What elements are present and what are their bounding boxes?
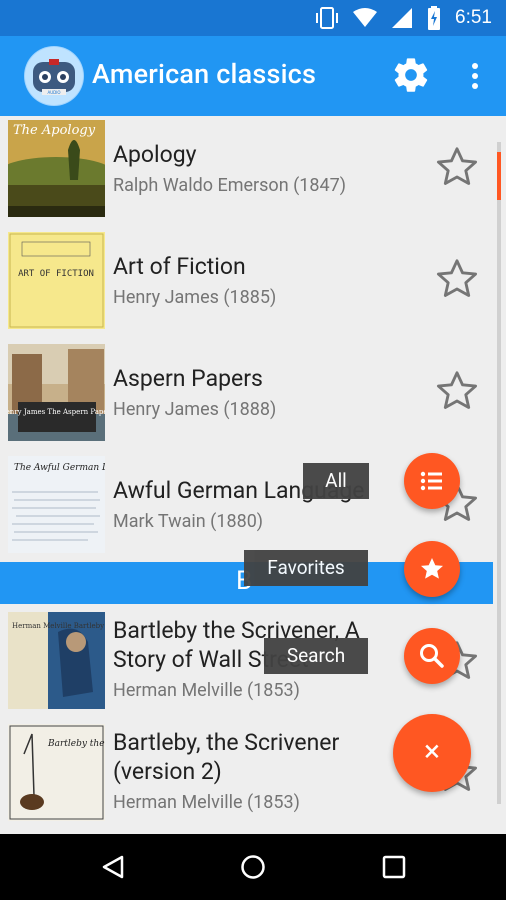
- close-icon: ×: [423, 734, 440, 769]
- book-title: Bartleby, the Scrivener (version 2): [113, 729, 340, 785]
- list-item[interactable]: Henry James The Aspern Papers Aspern Pap…: [0, 340, 496, 452]
- favorites-fab[interactable]: [404, 541, 460, 597]
- vibrate-icon: [316, 7, 339, 29]
- clock: 6:51: [455, 7, 492, 28]
- book-cover: Henry James The Aspern Papers: [8, 344, 105, 441]
- book-author: Mark Twain (1880): [113, 511, 264, 532]
- favorite-star-icon[interactable]: [434, 368, 480, 414]
- app-bar: AUDIO American classics: [0, 36, 506, 116]
- favorite-star-icon[interactable]: [434, 144, 480, 190]
- svg-text:The Awful German Language: The Awful German Language: [14, 463, 105, 473]
- settings-button[interactable]: [391, 55, 431, 95]
- close-menu-fab[interactable]: ×: [393, 714, 471, 792]
- book-cover: ART OF FICTION: [8, 232, 105, 329]
- list-icon: [420, 471, 442, 491]
- scrollbar-track[interactable]: [497, 142, 501, 804]
- app-logo[interactable]: AUDIO: [24, 46, 84, 106]
- search-label[interactable]: Search: [264, 638, 368, 674]
- all-books-fab[interactable]: [404, 453, 460, 509]
- battery-charging-icon: [428, 6, 441, 30]
- favorites-label[interactable]: Favorites: [244, 550, 368, 586]
- svg-text:Bartleby the Scrivener a Tale: Bartleby the Scrivener a Tale of Wall St…: [47, 739, 105, 749]
- status-bar: 6:51: [0, 0, 506, 36]
- recents-icon[interactable]: [382, 855, 406, 879]
- book-title: Apology: [113, 141, 197, 168]
- all-label[interactable]: All: [303, 463, 369, 499]
- page-title: American classics: [92, 58, 317, 90]
- book-cover: Bartleby the Scrivener a Tale of Wall St…: [8, 724, 105, 821]
- book-title: Art of Fiction: [113, 253, 246, 280]
- svg-text:AUDIO: AUDIO: [47, 90, 60, 95]
- search-icon: [420, 644, 444, 668]
- book-cover: The Apology: [8, 120, 105, 217]
- book-author: Henry James (1888): [113, 399, 277, 420]
- signal-icon: [392, 8, 413, 28]
- gear-icon: [394, 58, 428, 92]
- more-vertical-icon: [472, 63, 478, 89]
- svg-text:ART OF FICTION: ART OF FICTION: [18, 269, 94, 279]
- svg-text:Henry James The Aspern Papers: Henry James The Aspern Papers: [8, 408, 105, 416]
- book-title: Aspern Papers: [113, 365, 263, 392]
- wifi-icon: [353, 8, 378, 27]
- book-author: Henry James (1885): [113, 287, 277, 308]
- book-cover: The Awful German Language: [8, 456, 105, 553]
- book-author: Herman Melville (1853): [113, 792, 300, 813]
- scrollbar-thumb[interactable]: [497, 152, 501, 200]
- book-author: Ralph Waldo Emerson (1847): [113, 175, 346, 196]
- search-fab[interactable]: [404, 628, 460, 684]
- list-item[interactable]: The Apology Apology Ralph Waldo Emerson …: [0, 116, 496, 228]
- list-item[interactable]: ART OF FICTION Art of Fiction Henry Jame…: [0, 228, 496, 340]
- system-nav-bar: [0, 834, 506, 900]
- svg-text:Herman Melville Bartleby the S: Herman Melville Bartleby the Scrivener: [12, 622, 105, 630]
- book-author: Herman Melville (1853): [113, 680, 300, 701]
- back-icon[interactable]: [100, 854, 126, 880]
- overflow-menu-button[interactable]: [464, 60, 486, 92]
- robot-logo-icon: AUDIO: [25, 47, 83, 105]
- book-cover: Herman Melville Bartleby the Scrivener: [8, 612, 105, 709]
- star-icon: [421, 558, 443, 579]
- favorite-star-icon[interactable]: [434, 256, 480, 302]
- home-icon[interactable]: [240, 854, 266, 880]
- svg-text:The Apology: The Apology: [13, 123, 96, 138]
